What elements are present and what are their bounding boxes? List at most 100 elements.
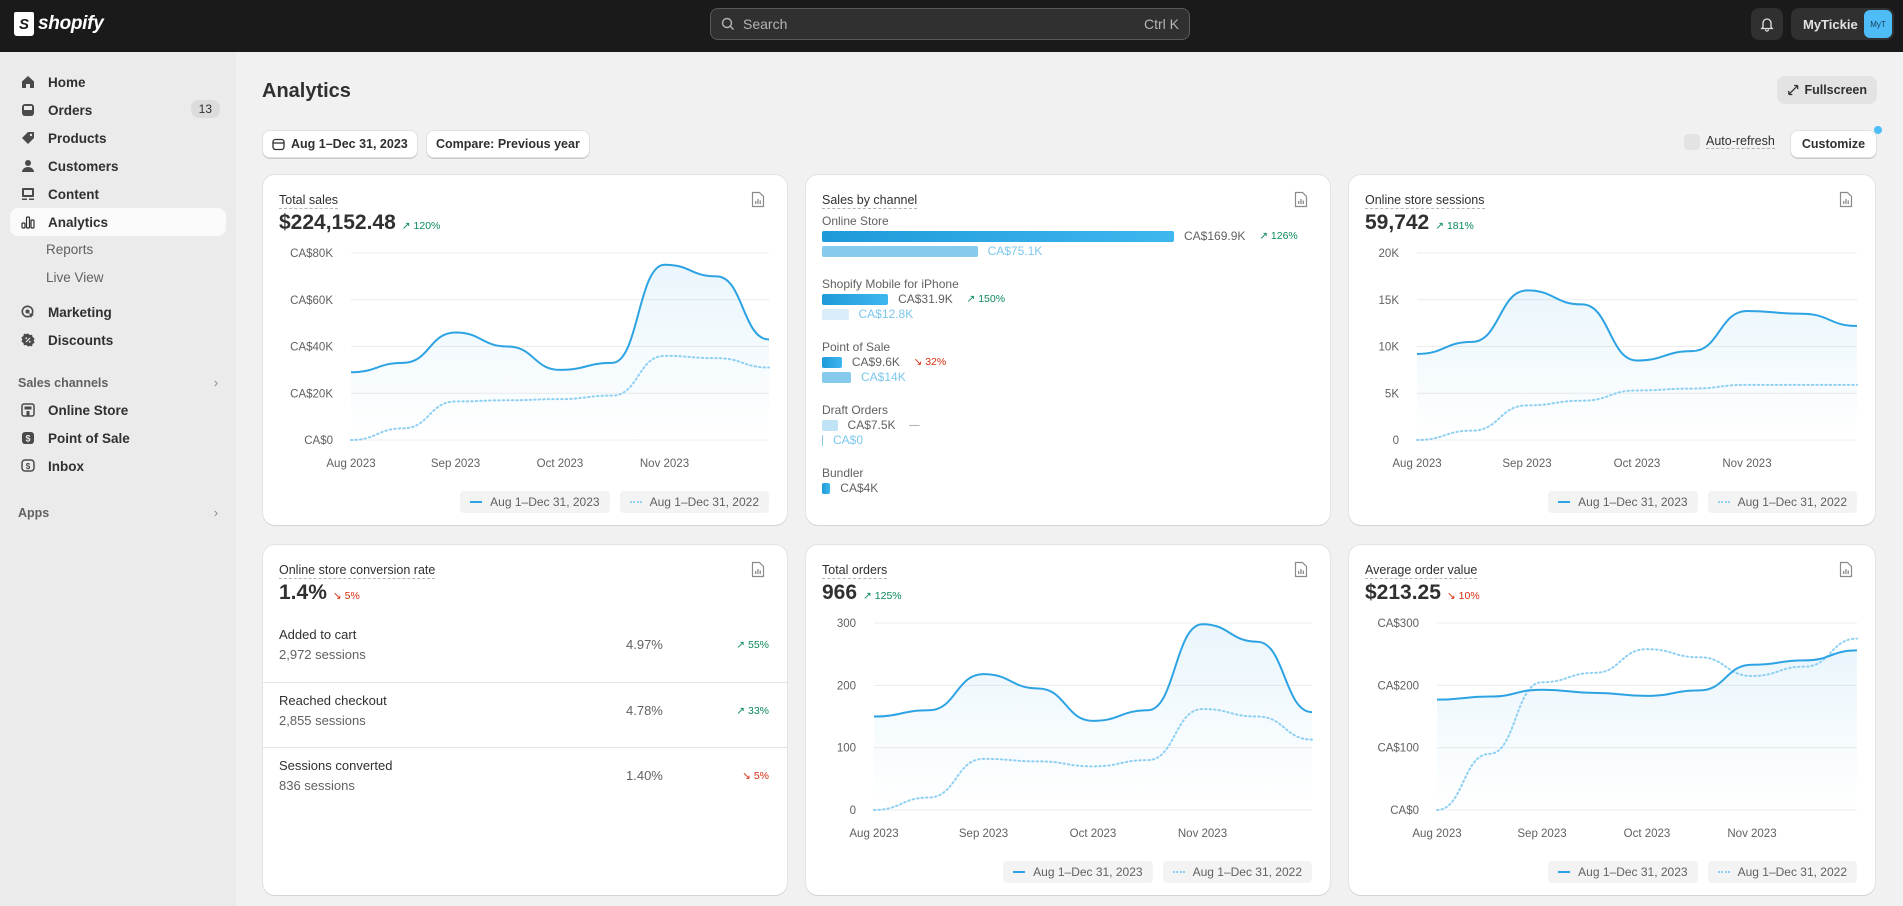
bar-current[interactable] xyxy=(822,231,1174,242)
card-value: 1.4% ↘ 5% xyxy=(279,581,360,605)
bar-value-previous: CA$14K xyxy=(861,370,906,384)
sidebar-item-live-view[interactable]: Live View xyxy=(46,270,104,285)
legend-previous[interactable]: Aug 1–Dec 31, 2022 xyxy=(1707,861,1857,883)
y-tick-label: CA$100 xyxy=(1377,743,1419,755)
chart-legend: Aug 1–Dec 31, 2023 Aug 1–Dec 31, 2022 xyxy=(1548,491,1857,513)
total-orders-card: Total orders 966 ↗ 125% 0 100 200 300 Aug 20… xyxy=(806,545,1330,895)
legend-current[interactable]: Aug 1–Dec 31, 2023 xyxy=(1548,491,1698,513)
card-title[interactable]: Online store conversion rate xyxy=(279,563,436,579)
y-tick-label: CA$20K xyxy=(290,388,333,400)
export-report-icon[interactable] xyxy=(1839,191,1853,208)
card-value: $224,152.48 ↗ 120% xyxy=(279,211,440,235)
customize-button[interactable]: Customize xyxy=(1790,130,1877,158)
sidebar-item-point-of-sale[interactable]: $ Point of Sale xyxy=(10,424,226,452)
conversion-funnel-list: Added to cart 2,972 sessions 4.97% ↗ 55%… xyxy=(263,617,787,817)
solid-line-swatch xyxy=(1558,871,1571,873)
sidebar-item-content[interactable]: Content xyxy=(10,180,226,208)
bar-previous[interactable] xyxy=(822,372,851,383)
bar-current[interactable] xyxy=(822,357,842,368)
compare-button[interactable]: Compare: Previous year xyxy=(426,130,590,158)
area-fill-current xyxy=(874,624,1312,810)
delta-badge: ↘ 5% xyxy=(333,590,360,602)
sidebar-item-label: Products xyxy=(48,130,107,146)
auto-refresh-checkbox[interactable] xyxy=(1684,134,1700,150)
metric-value: $213.25 xyxy=(1365,581,1441,604)
bar-current[interactable] xyxy=(822,483,831,494)
search-input[interactable]: Search Ctrl K xyxy=(710,8,1190,40)
sidebar-item-online-store[interactable]: Online Store xyxy=(10,396,226,424)
home-icon xyxy=(20,74,36,90)
sidebar-item-label: Inbox xyxy=(48,458,84,474)
tag-icon xyxy=(20,130,36,146)
auto-refresh-label[interactable]: Auto-refresh xyxy=(1706,134,1775,149)
legend-previous[interactable]: Aug 1–Dec 31, 2022 xyxy=(1162,861,1312,883)
legend-current[interactable]: Aug 1–Dec 31, 2023 xyxy=(1548,861,1698,883)
export-report-icon[interactable] xyxy=(751,191,765,208)
chevron-right-icon: › xyxy=(213,376,218,390)
export-report-icon[interactable] xyxy=(1294,191,1308,208)
legend-previous[interactable]: Aug 1–Dec 31, 2022 xyxy=(619,491,769,513)
sidebar-item-products[interactable]: Products xyxy=(10,124,226,152)
conversion-rate-card: Online store conversion rate 1.4% ↘ 5% A… xyxy=(263,545,787,895)
bar-value-current: CA$7.5K xyxy=(847,418,896,432)
sidebar-section-apps[interactable]: Apps › xyxy=(18,506,218,520)
total-sales-card: Total sales $224,152.48 ↗ 120% CA$0 CA$20… xyxy=(263,175,787,525)
card-title[interactable]: Average order value xyxy=(1365,563,1478,579)
y-tick-label: CA$300 xyxy=(1377,618,1419,630)
sidebar-item-analytics[interactable]: Analytics xyxy=(10,208,226,236)
bar-previous[interactable] xyxy=(822,435,823,446)
bar-previous[interactable] xyxy=(822,246,978,257)
sidebar-item-customers[interactable]: Customers xyxy=(10,152,226,180)
x-tick-label: Aug 2023 xyxy=(1392,458,1441,470)
notifications-button[interactable] xyxy=(1751,8,1783,40)
export-report-icon[interactable] xyxy=(1839,561,1853,578)
bar-chart-icon xyxy=(20,214,36,230)
shopify-bag-icon: S xyxy=(14,12,34,36)
pos-icon: $ xyxy=(20,430,36,446)
store-menu-button[interactable]: MyTickie MyT xyxy=(1791,8,1894,40)
section-label: Apps xyxy=(18,506,50,520)
x-tick-label: Oct 2023 xyxy=(1070,828,1117,840)
x-tick-label: Aug 2023 xyxy=(1412,828,1461,840)
sidebar-item-orders[interactable]: Orders 13 xyxy=(10,96,226,124)
funnel-step-name: Added to cart xyxy=(279,627,357,642)
funnel-row: Reached checkout 2,855 sessions 4.78% ↗ … xyxy=(263,682,787,747)
fullscreen-button[interactable]: Fullscreen xyxy=(1777,76,1877,104)
shopify-logo[interactable]: S shopify xyxy=(14,12,104,36)
card-title[interactable]: Online store sessions xyxy=(1365,193,1485,209)
export-report-icon[interactable] xyxy=(1294,561,1308,578)
sidebar-item-discounts[interactable]: Discounts xyxy=(10,326,226,354)
sidebar-item-home[interactable]: Home xyxy=(10,68,226,96)
notification-dot xyxy=(1874,126,1882,134)
fullscreen-label: Fullscreen xyxy=(1804,83,1867,97)
metric-value: 1.4% xyxy=(279,581,327,604)
y-tick-label: 0 xyxy=(1393,435,1399,447)
section-label: Sales channels xyxy=(18,376,109,390)
sidebar-item-marketing[interactable]: Marketing xyxy=(10,298,226,326)
delta-value: 125% xyxy=(874,590,902,602)
bar-value-previous: CA$75.1K xyxy=(987,244,1043,258)
dotted-line-swatch xyxy=(1172,871,1185,873)
sidebar-item-inbox[interactable]: $ Inbox xyxy=(10,452,226,480)
sidebar-item-label: Content xyxy=(48,186,99,202)
metric-value: 966 xyxy=(822,581,858,604)
export-report-icon[interactable] xyxy=(751,561,765,578)
delta-value: 5% xyxy=(753,770,769,782)
bar-current[interactable] xyxy=(822,294,889,305)
bar-previous[interactable] xyxy=(822,309,849,320)
x-tick-label: Aug 2023 xyxy=(326,458,375,470)
date-range-button[interactable]: Aug 1–Dec 31, 2023 xyxy=(262,130,418,158)
card-title[interactable]: Total orders xyxy=(822,563,888,579)
legend-current[interactable]: Aug 1–Dec 31, 2023 xyxy=(1003,861,1153,883)
legend-current[interactable]: Aug 1–Dec 31, 2023 xyxy=(460,491,610,513)
bar-delta: ↗ 150% xyxy=(966,293,1006,305)
legend-previous[interactable]: Aug 1–Dec 31, 2022 xyxy=(1707,491,1857,513)
sidebar-item-reports[interactable]: Reports xyxy=(46,242,93,257)
area-fill-current xyxy=(1437,650,1857,810)
sidebar-section-sales-channels[interactable]: Sales channels › xyxy=(18,376,218,390)
card-title[interactable]: Sales by channel xyxy=(822,193,918,209)
bar-delta: — xyxy=(909,419,920,431)
bar-current[interactable] xyxy=(822,420,838,431)
date-range-label: Aug 1–Dec 31, 2023 xyxy=(291,137,408,151)
card-title[interactable]: Total sales xyxy=(279,193,339,209)
